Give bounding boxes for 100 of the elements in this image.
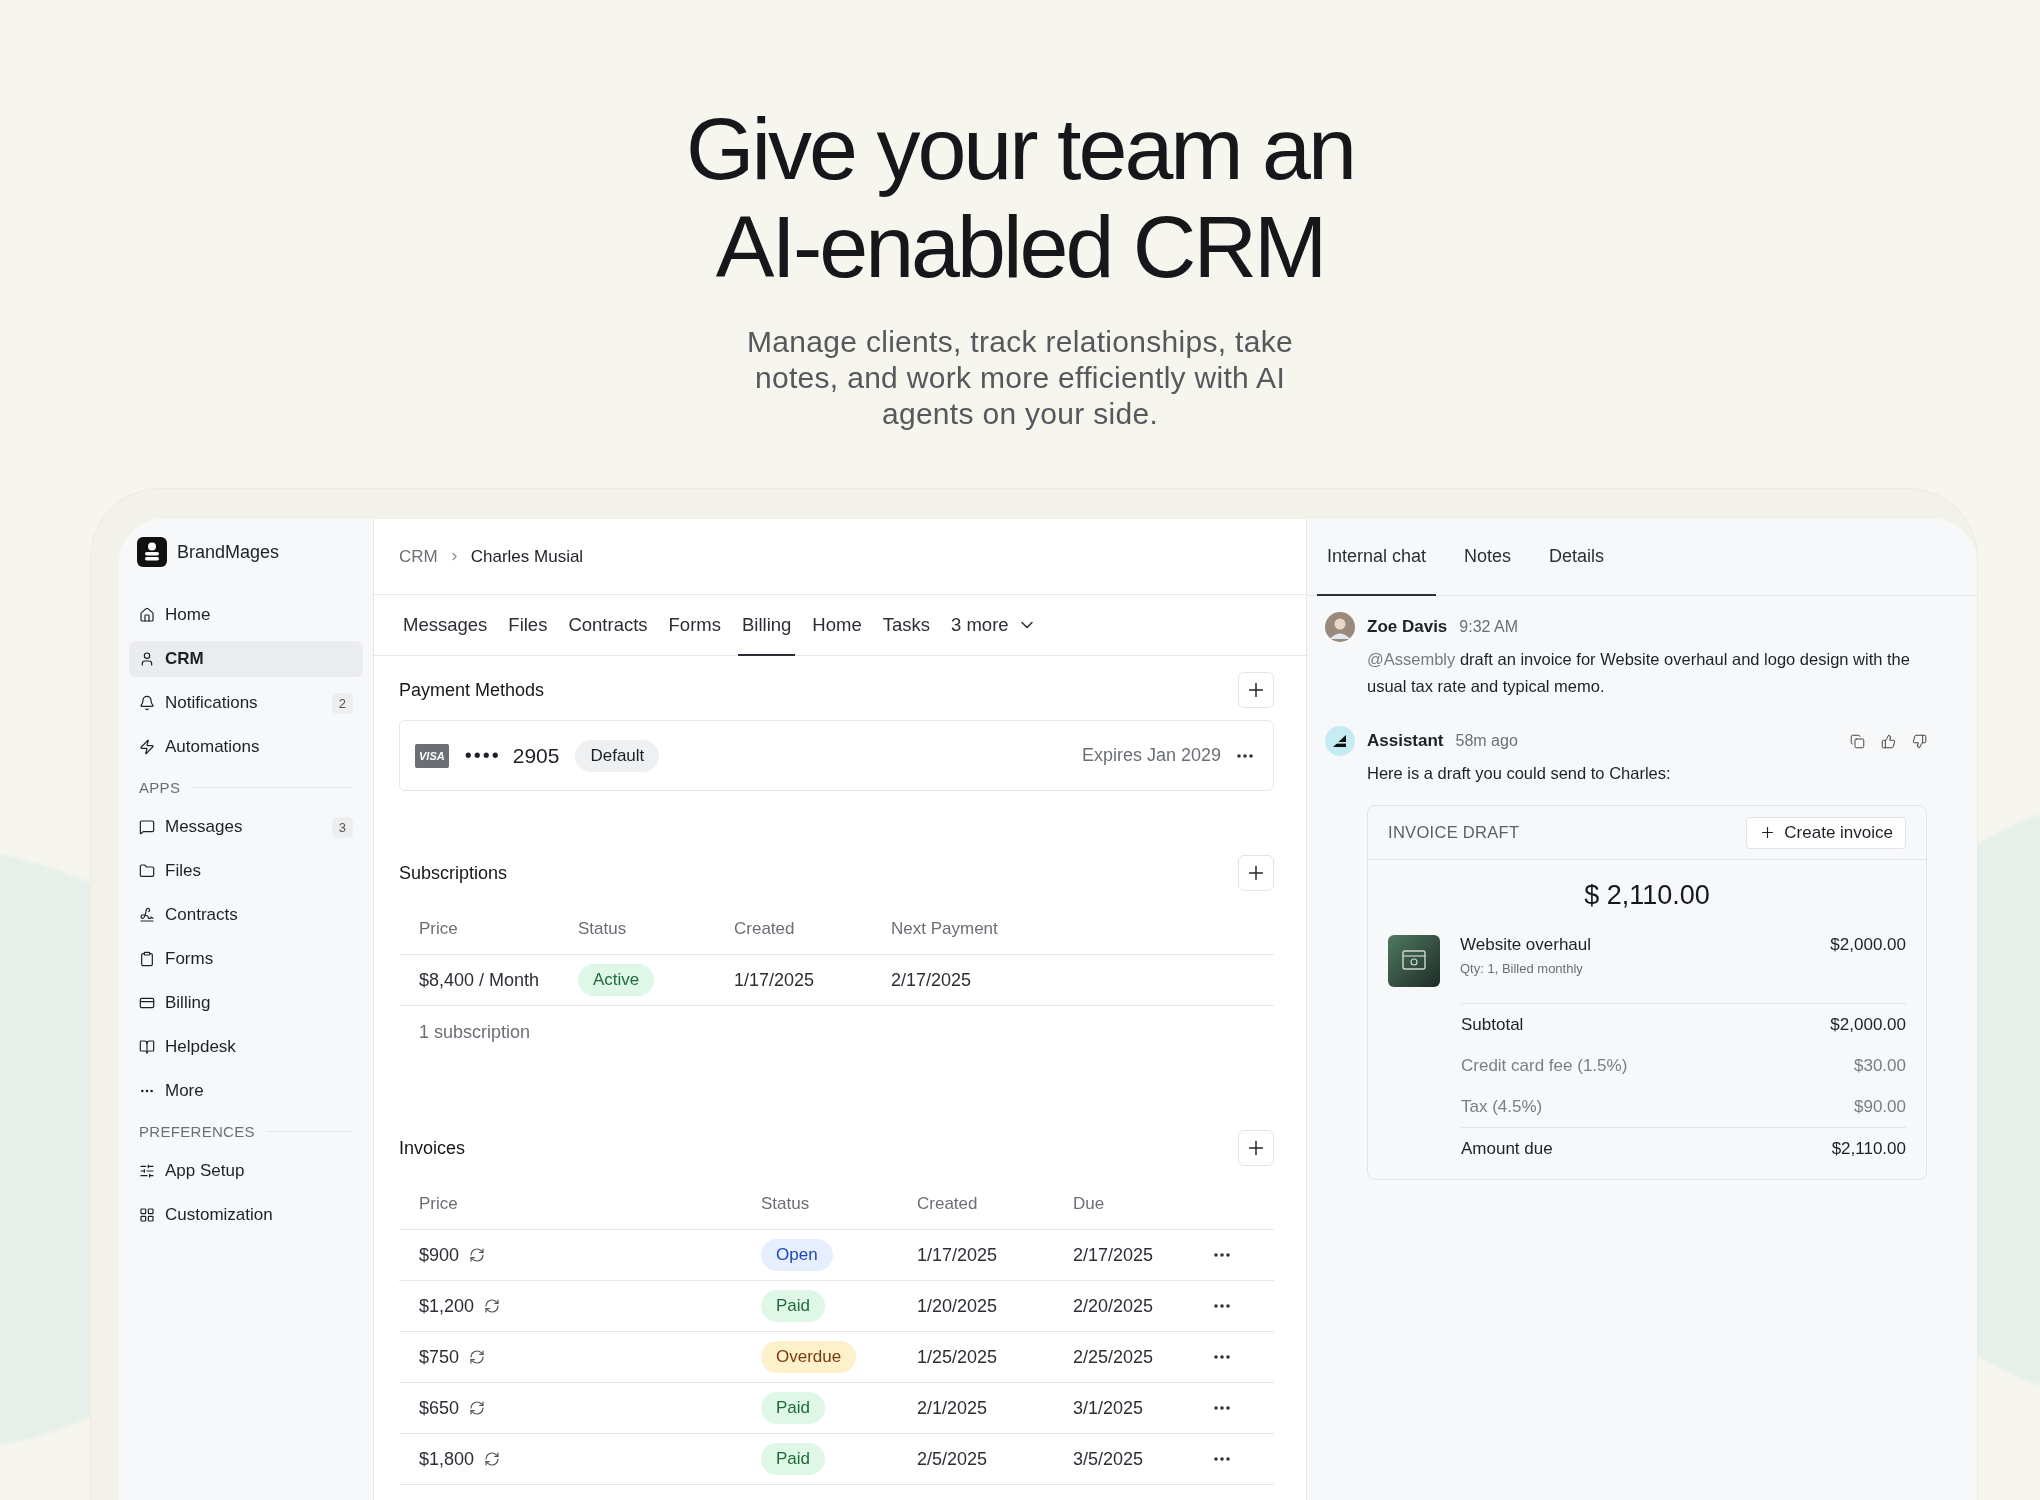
column-header: Price <box>419 918 459 939</box>
timestamp: 9:32 AM <box>1459 618 1518 636</box>
sidebar-item[interactable]: Automations <box>129 729 363 765</box>
table-cell-text: 1/25/2025 <box>917 1346 999 1368</box>
section-title: Payment Methods <box>399 679 545 701</box>
sidebar-item[interactable]: Contracts <box>129 897 363 933</box>
tab[interactable]: Notes <box>1454 519 1522 596</box>
message-text: Here is a draft you could send to Charles: <box>1367 763 1672 784</box>
table-cell-text: 1/17/2025 <box>734 969 816 991</box>
card-mask: •••• <box>464 744 501 767</box>
column-header: Created <box>917 1193 979 1214</box>
tab[interactable]: Home <box>808 595 866 656</box>
status-badge: Paid <box>761 1443 826 1475</box>
tab[interactable]: Billing <box>738 595 796 656</box>
line-amount: $2,110.00 <box>1831 1138 1906 1159</box>
breadcrumb-link[interactable]: Charles Musial <box>470 546 584 567</box>
add-button[interactable] <box>1238 1130 1274 1166</box>
sidebar-item[interactable]: More <box>129 1073 363 1109</box>
sidebar-item[interactable]: Billing <box>129 985 363 1021</box>
sidebar-item[interactable]: Forms <box>129 941 363 977</box>
add-button[interactable] <box>1238 672 1274 708</box>
count-badge: 3 <box>331 816 353 838</box>
browser-icon <box>1388 935 1440 987</box>
card-expiry: Expires Jan 2029 <box>1081 745 1221 766</box>
sidebar-item[interactable]: Messages 3 <box>129 809 363 845</box>
user-avatar <box>1325 612 1355 642</box>
sidebar-item[interactable]: Notifications 2 <box>129 685 363 721</box>
home-icon <box>139 607 155 623</box>
sidebar-item[interactable]: Customization <box>129 1197 363 1233</box>
table-cell: $1,800 <box>419 1448 475 1470</box>
line-label: Subtotal <box>1461 1014 1524 1035</box>
timestamp: 58m ago <box>1455 732 1518 750</box>
table-cell-text: 2/25/2025 <box>1073 1346 1155 1368</box>
tab[interactable]: Contracts <box>564 595 652 656</box>
ellipsis-icon <box>1214 1457 1230 1461</box>
grid-icon <box>139 1207 155 1223</box>
signature-icon <box>139 907 155 923</box>
tab[interactable]: 3 more <box>947 595 1041 656</box>
tab[interactable]: Details <box>1539 519 1615 596</box>
column-header: Due <box>1073 1193 1106 1214</box>
bell-icon <box>139 695 155 711</box>
column-header: Price <box>419 1193 459 1214</box>
status-badge: Open <box>761 1239 833 1271</box>
tab[interactable]: Forms <box>664 595 725 656</box>
card-title: INVOICE DRAFT <box>1388 823 1520 842</box>
table-cell: $1,200 <box>419 1295 475 1317</box>
item-amount: $2,000.00 <box>1830 935 1906 956</box>
table-cell-text: 1/17/2025 <box>917 1244 999 1266</box>
chat-bubble-icon <box>139 819 155 835</box>
add-button[interactable] <box>1238 855 1274 891</box>
sidebar-item[interactable]: App Setup <box>129 1153 363 1189</box>
more-button[interactable] <box>1237 753 1253 758</box>
table-cell-text: 2/20/2025 <box>1073 1295 1155 1317</box>
table-cell: $750 <box>419 1346 460 1368</box>
author-name: Assistant <box>1367 731 1444 751</box>
ellipsis-icon <box>1237 753 1253 758</box>
status-badge: Paid <box>761 1290 826 1322</box>
line-label: Amount due <box>1461 1138 1553 1159</box>
breadcrumb-link[interactable]: CRM <box>399 546 438 567</box>
credit-card-icon <box>139 995 155 1011</box>
create-invoice-button[interactable]: Create invoice <box>1746 816 1906 849</box>
table-cell-text: 2/1/2025 <box>917 1397 989 1419</box>
item-name: Website overhaul <box>1460 935 1593 955</box>
sidebar-item[interactable]: Home <box>129 597 363 633</box>
sidebar-item[interactable]: CRM <box>129 641 363 677</box>
ellipsis-icon <box>1214 1304 1230 1308</box>
table-cell: $650 <box>419 1397 460 1419</box>
thumbs-up-icon[interactable] <box>1881 733 1896 749</box>
lightning-icon <box>139 739 155 755</box>
copy-icon[interactable] <box>1850 733 1865 749</box>
section-heading: PREFERENCES <box>139 1122 255 1140</box>
row-count: 1 subscription <box>419 1021 531 1043</box>
status-badge: Paid <box>761 1392 826 1424</box>
tab[interactable]: Messages <box>399 595 492 656</box>
section-title: Invoices <box>399 1137 466 1159</box>
table-cell-text: 3/5/2025 <box>1073 1448 1145 1470</box>
table-cell-text: 1/20/2025 <box>917 1295 999 1317</box>
tab[interactable]: Files <box>504 595 552 656</box>
sidebar-item[interactable]: Helpdesk <box>129 1029 363 1065</box>
assistant-avatar <box>1325 726 1355 756</box>
default-badge: Default <box>575 739 660 772</box>
line-amount: $30.00 <box>1854 1055 1906 1076</box>
item-detail: Qty: 1, Billed monthly <box>1460 961 1584 976</box>
sidebar-item[interactable]: Files <box>129 853 363 889</box>
user-icon <box>139 651 155 667</box>
count-badge: 2 <box>331 692 353 714</box>
line-label: Tax (4.5%) <box>1461 1096 1543 1117</box>
table-cell-text: 2/17/2025 <box>1073 1244 1155 1266</box>
tab[interactable]: Internal chat <box>1317 519 1437 596</box>
column-header: Next Payment <box>891 918 999 939</box>
thumbs-down-icon[interactable] <box>1912 733 1927 749</box>
brand-logo-icon <box>137 537 167 567</box>
column-header: Status <box>761 1193 811 1214</box>
table-cell-text: $8,400 / Month <box>419 969 541 991</box>
column-header: Status <box>578 918 628 939</box>
message-text: @Assembly draft an invoice for Website overhaul and logo design with the usual tax rate and typical memo. <box>1367 649 1911 697</box>
tab[interactable]: Tasks <box>878 595 934 656</box>
section-title: Subscriptions <box>399 862 508 884</box>
line-label: Credit card fee (1.5%) <box>1461 1055 1628 1076</box>
ellipsis-icon <box>1214 1406 1230 1410</box>
